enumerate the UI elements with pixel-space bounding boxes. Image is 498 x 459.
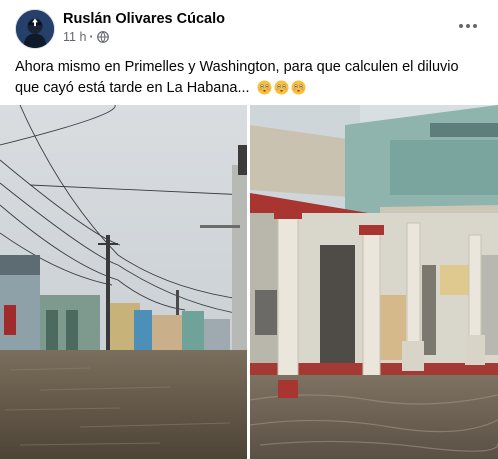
emoji-group — [257, 80, 306, 95]
flooded-colonnade-photo[interactable] — [250, 105, 498, 459]
post-header: Ruslán Olivares Cúcalo 11 h · — [15, 8, 485, 49]
post-message: Ahora mismo en Primelles y Washington, p… — [15, 59, 459, 96]
globe-icon — [96, 31, 109, 43]
photo-grid — [0, 105, 498, 459]
author-avatar[interactable] — [15, 9, 55, 49]
flushed-face-emoji-icon — [291, 80, 306, 95]
author-name[interactable]: Ruslán Olivares Cúcalo — [63, 11, 225, 27]
flooded-street-photo[interactable] — [0, 105, 247, 459]
meta-separator: · — [89, 30, 94, 44]
more-options-button[interactable] — [451, 12, 485, 40]
more-options-icon — [459, 24, 463, 28]
more-options-dot — [466, 24, 470, 28]
post-text: Ahora mismo en Primelles y Washington, p… — [15, 57, 485, 99]
more-options-dot — [473, 24, 477, 28]
flushed-face-emoji-icon — [257, 80, 272, 95]
facebook-post: Ruslán Olivares Cúcalo 11 h · Ahora mism… — [0, 0, 498, 459]
flushed-face-emoji-icon — [274, 80, 289, 95]
post-timestamp[interactable]: 11 h — [63, 30, 86, 44]
post-meta: 11 h · — [63, 30, 109, 44]
